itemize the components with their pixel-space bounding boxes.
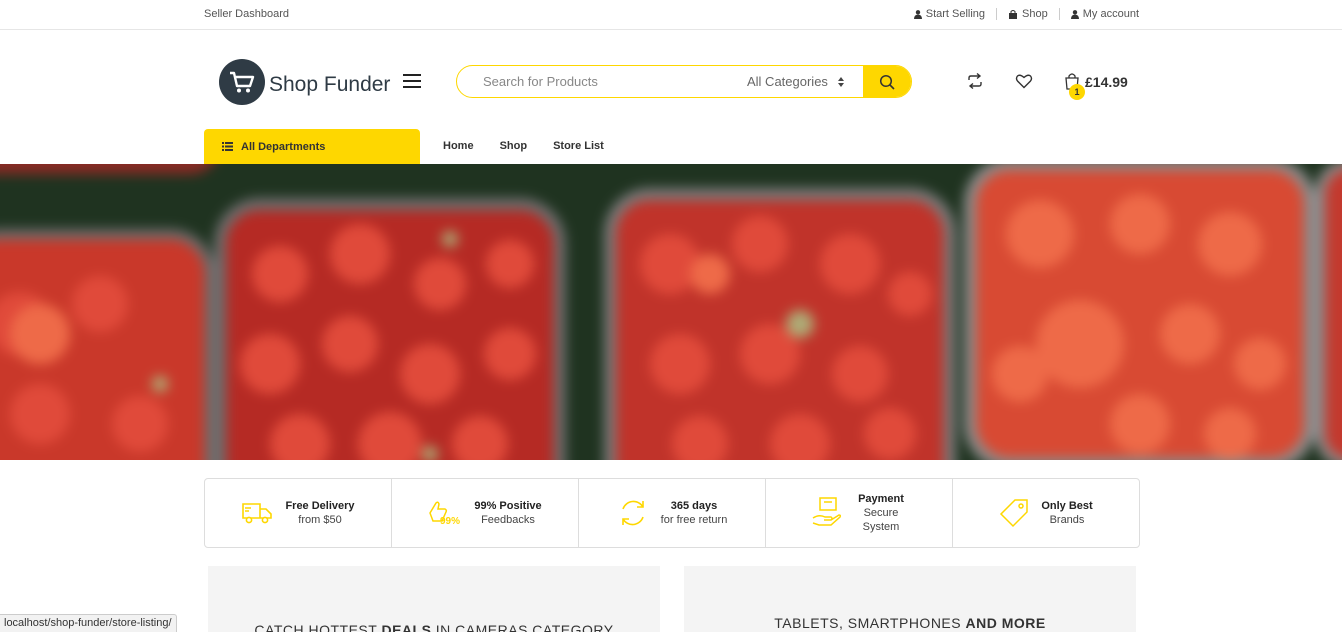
- browser-status-url: localhost/shop-funder/store-listing/: [0, 614, 177, 632]
- all-departments-button[interactable]: All Departments: [204, 129, 420, 164]
- search-bar: All Categories: [456, 65, 912, 98]
- user-icon: [913, 9, 922, 19]
- seller-dashboard-link[interactable]: Seller Dashboard: [204, 8, 289, 20]
- truck-icon: [242, 503, 273, 524]
- strawberry-image: [0, 164, 1342, 460]
- search-input[interactable]: [457, 66, 737, 97]
- site-logo[interactable]: Shop Funder: [219, 59, 390, 105]
- cart-total[interactable]: £14.99: [1085, 74, 1128, 90]
- compare-icon[interactable]: [966, 72, 984, 90]
- feature-free-delivery: Free Delivery from $50: [205, 479, 391, 547]
- nav-shop[interactable]: Shop: [500, 140, 528, 152]
- promo-cameras-text: CATCH HOTTEST DEALS IN CAMERAS CATEGORY: [254, 622, 614, 632]
- payment-hand-icon: [812, 497, 842, 526]
- feature-best-brands: Only Best Brands: [952, 479, 1139, 547]
- logo-text: Shop Funder: [269, 73, 391, 96]
- category-select[interactable]: All Categories: [747, 74, 865, 89]
- hero-banner-image[interactable]: [0, 164, 1342, 460]
- shop-link[interactable]: Shop: [996, 8, 1059, 20]
- main-nav: Home Shop Store List: [443, 140, 604, 152]
- promo-tablets-text: TABLETS, SMARTPHONES AND MORE: [774, 615, 1046, 631]
- search-icon: [879, 74, 895, 90]
- sort-arrows-icon: [837, 76, 844, 87]
- search-button[interactable]: [863, 66, 911, 97]
- thumbs-up-99-icon: 99%: [429, 501, 460, 527]
- top-bar: Seller Dashboard Start Selling Shop My a…: [0, 0, 1342, 30]
- my-account-link[interactable]: My account: [1058, 8, 1139, 20]
- svg-text:99%: 99%: [440, 516, 460, 527]
- list-icon: [222, 142, 233, 151]
- promo-tablets[interactable]: TABLETS, SMARTPHONES AND MORE: [684, 566, 1136, 632]
- start-selling-link[interactable]: Start Selling: [903, 8, 996, 20]
- top-links: Start Selling Shop My account: [903, 8, 1139, 20]
- feature-positive-feedback: 99% 99% Positive Feedbacks: [391, 479, 578, 547]
- nav-store-list[interactable]: Store List: [553, 140, 604, 152]
- cart-count-badge: 1: [1069, 84, 1085, 100]
- cart-logo-icon: [219, 59, 265, 105]
- nav-home[interactable]: Home: [443, 140, 474, 152]
- feature-secure-payment: Payment Secure System: [765, 479, 952, 547]
- tag-icon: [1000, 499, 1029, 528]
- refresh-icon: [621, 500, 644, 526]
- wishlist-heart-icon[interactable]: [1015, 72, 1033, 90]
- shop-icon: [1009, 9, 1018, 19]
- features-bar: Free Delivery from $50 99% 99% Positive Fe…: [204, 478, 1140, 548]
- feature-free-return: 365 days for free return: [578, 479, 765, 547]
- menu-toggle-icon[interactable]: [403, 74, 421, 90]
- promo-cameras[interactable]: CATCH HOTTEST DEALS IN CAMERAS CATEGORY: [208, 566, 660, 632]
- user-icon: [1070, 9, 1079, 19]
